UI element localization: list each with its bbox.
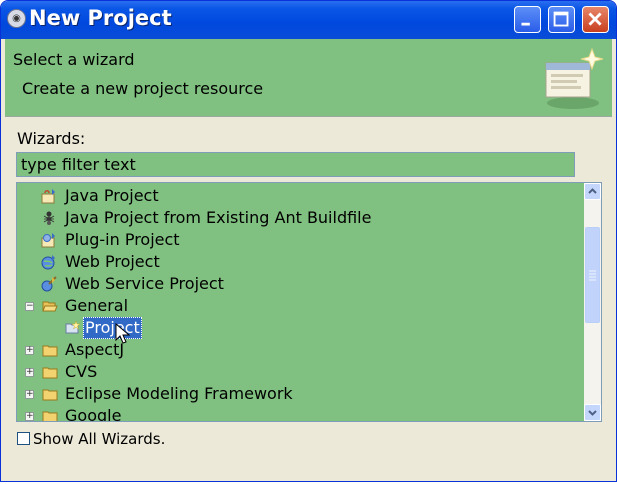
header-heading: Select a wizard [13,50,135,69]
wizards-label: Wizards: [17,129,86,148]
window-title: New Project [29,6,172,30]
expand-icon[interactable]: + [25,346,34,355]
tree-item-label: Eclipse Modeling Framework [65,384,293,403]
dialog-bottom-area [1,467,616,481]
web-service-icon [41,276,57,292]
scroll-thumb[interactable] [585,227,600,323]
vertical-scrollbar[interactable] [584,183,601,421]
tree-item-label: Web Project [65,252,160,271]
chevron-down-icon [588,410,597,416]
folder-icon [42,411,58,421]
show-all-wizards-label[interactable]: Show All Wizards. [33,430,165,448]
expand-icon[interactable]: + [25,390,34,399]
folder-open-icon [42,301,58,312]
folder-icon [42,345,58,357]
tree-item-label: Java Project [65,186,159,205]
expand-icon[interactable]: + [25,412,34,421]
plugin-project-icon [41,233,55,248]
tree-item-label: General [65,296,129,315]
minimize-button[interactable] [514,6,541,33]
chevron-up-icon [588,188,597,194]
tree-item-label: Google [65,406,122,422]
close-button[interactable] [582,6,609,33]
tree-item-label: Plug-in Project [65,230,180,249]
java-project-icon [41,189,55,204]
title-bar[interactable]: ◉ New Project [1,1,616,39]
collapse-icon[interactable]: − [25,302,34,311]
scroll-down-button[interactable] [584,404,601,421]
folder-icon [42,389,58,401]
tree-item-label: Java Project from Existing Ant Buildfile [65,208,372,227]
maximize-button[interactable] [548,6,575,33]
web-project-icon [41,255,55,270]
eclipse-icon: ◉ [7,9,26,28]
tree-item-label: CVS [65,362,98,381]
scroll-up-button[interactable] [584,183,601,200]
wizard-filter-input[interactable] [16,152,575,177]
project-icon [65,320,81,334]
folder-icon [42,367,58,379]
tree-item-label: Web Service Project [65,274,224,293]
tree-item-label: AspectJ [65,340,125,359]
header-description: Create a new project resource [22,79,264,98]
maximize-icon [553,11,569,27]
wizard-header: Select a wizard Create a new project res… [5,39,612,117]
minimize-icon [521,22,530,26]
wizard-tree[interactable]: Java Project Java Project from Existing … [16,182,602,422]
new-project-dialog: ◉ New Project Select a wizard Create a n… [0,0,617,482]
expand-icon[interactable]: + [25,368,34,377]
close-icon [588,12,602,26]
show-all-wizards-checkbox[interactable] [17,432,30,445]
ant-icon [43,211,55,225]
grip-icon [589,270,596,281]
wizard-banner-graphic [545,47,604,109]
